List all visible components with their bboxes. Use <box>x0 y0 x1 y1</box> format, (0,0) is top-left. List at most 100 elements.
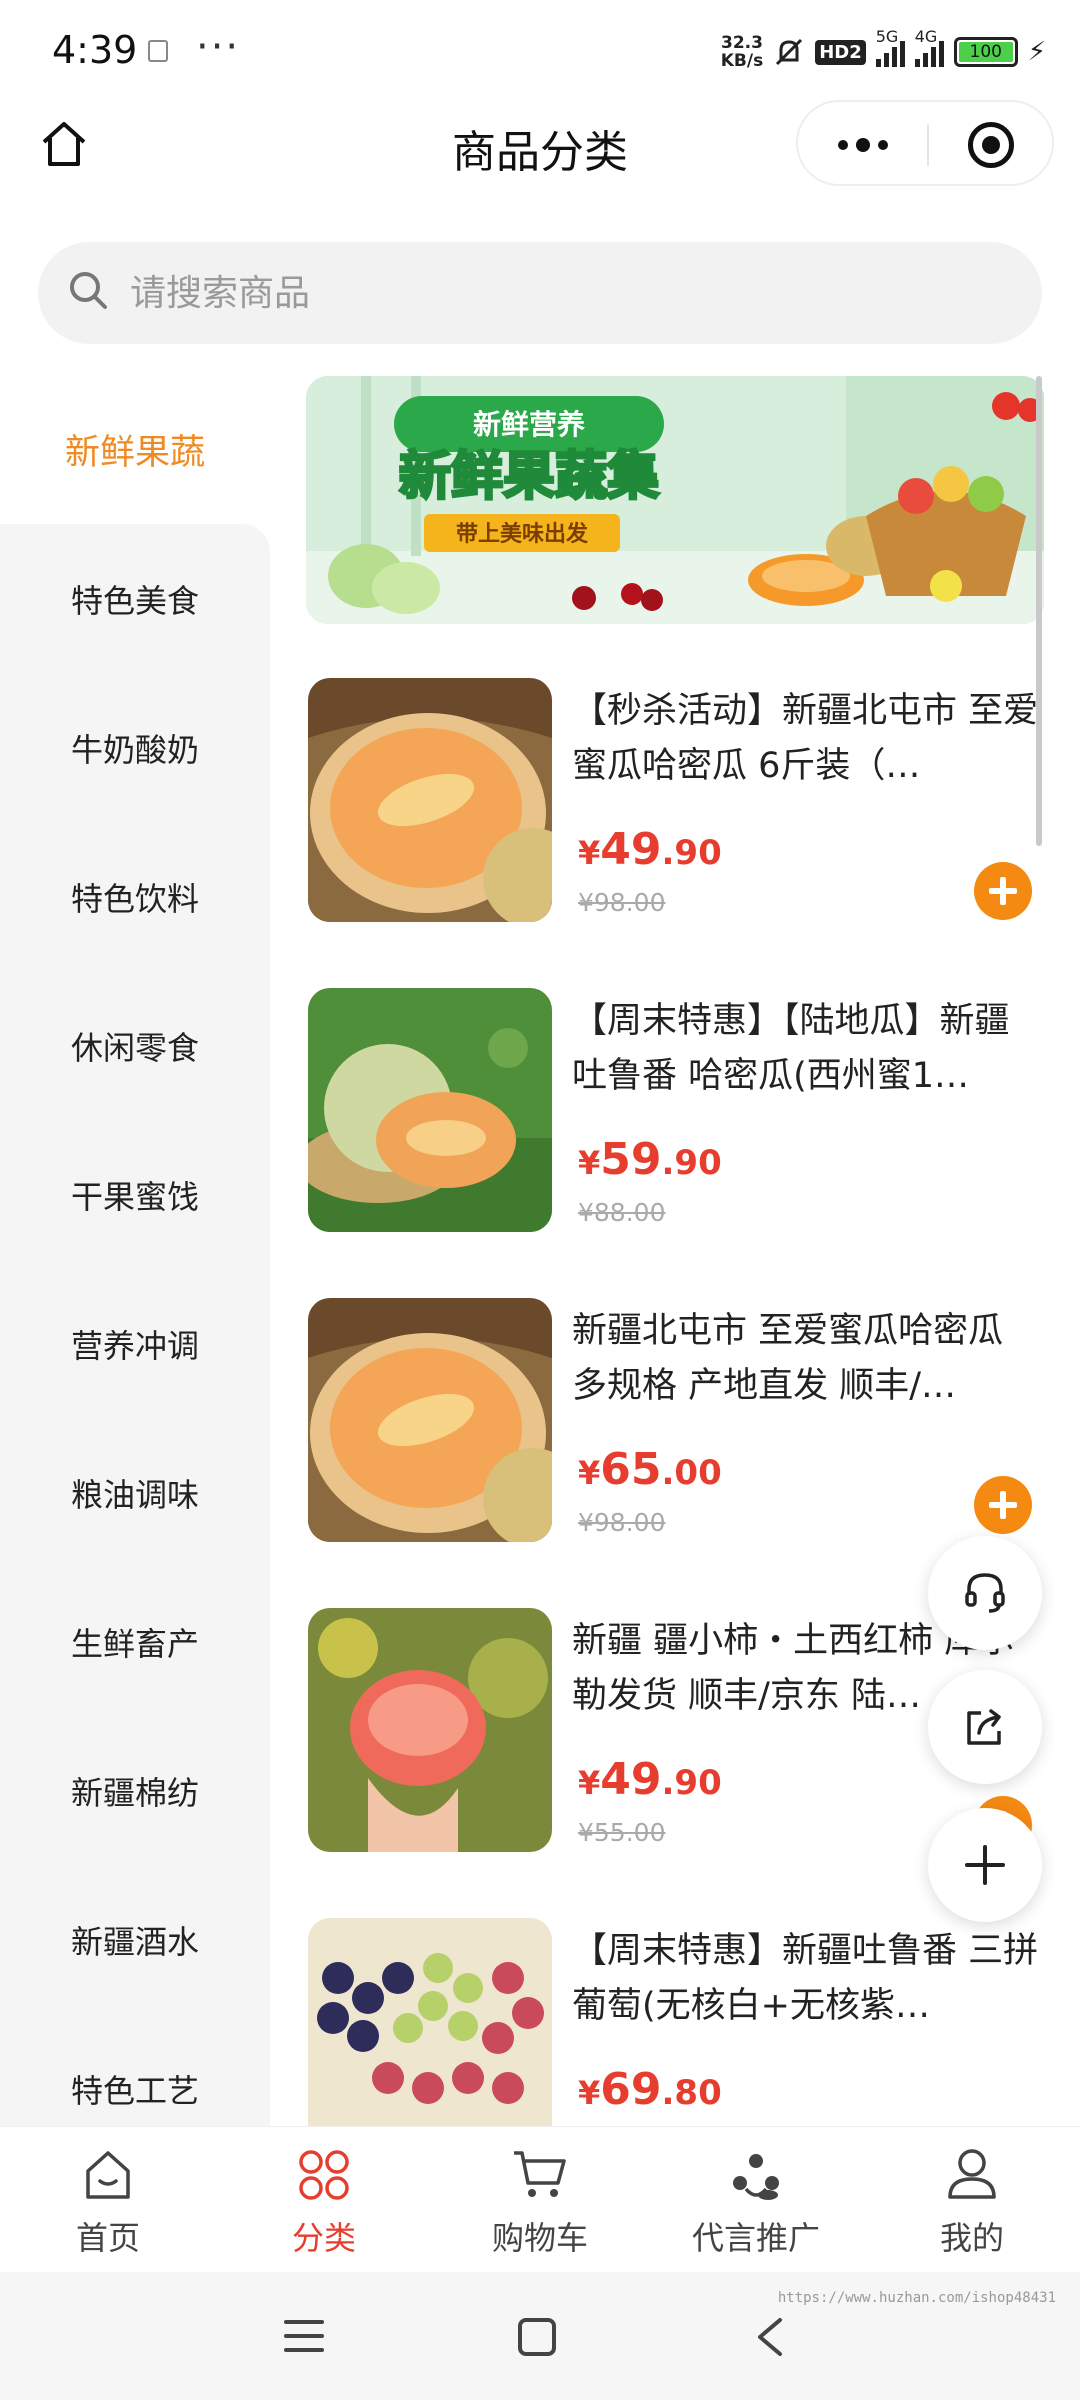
status-bar: 4:39 ··· 32.3 KB/s HD2 5G 4G 100 ⚡ <box>0 0 1080 100</box>
banner-ribbon: 带上美味出发 <box>456 521 589 547</box>
tab-label: 我的 <box>939 2219 1004 2257</box>
product-price: ¥49.90 <box>578 824 722 875</box>
promotion-icon <box>733 2154 779 2200</box>
notification-icon <box>148 40 168 62</box>
tab-mine[interactable]: 我的 <box>864 2127 1080 2272</box>
signal-4g-icon: 4G <box>914 27 944 67</box>
product-image[interactable] <box>308 988 552 1232</box>
category-tab-icon <box>299 2150 349 2200</box>
original-price: ¥55.00 <box>578 1818 666 1847</box>
speed-value: 32.3 <box>720 33 763 53</box>
product-card[interactable]: 【秒杀活动】新疆北屯市 至爱蜜瓜哈密瓜 6斤装（… ¥49.90 ¥98.00 <box>306 678 1046 923</box>
close-mini-program-button[interactable] <box>968 122 1014 168</box>
customer-service-button[interactable] <box>928 1536 1042 1650</box>
headset-icon <box>965 1573 1005 1613</box>
promo-banner[interactable]: 新鲜营养 新鲜果蔬集 带上美味出发 <box>306 376 1044 624</box>
sidebar-item[interactable]: 生鲜畜产 <box>0 1567 270 1716</box>
sidebar-item[interactable]: 牛奶酸奶 <box>0 673 270 822</box>
sidebar-item[interactable]: 粮油调味 <box>0 1418 270 1567</box>
more-button[interactable] <box>798 102 928 188</box>
watermark: https://www.huzhan.com/ishop48431 <box>777 2290 1056 2306</box>
menu-icon[interactable] <box>282 2316 326 2356</box>
fruit-illustration <box>933 466 969 502</box>
original-price: ¥98.00 <box>578 1508 666 1537</box>
cabbage-illustration <box>372 562 440 614</box>
search-input[interactable] <box>130 242 1010 344</box>
speed-unit: KB/s <box>720 51 764 71</box>
price-currency: ¥ <box>578 834 601 872</box>
more-dot <box>878 140 888 150</box>
more-dot <box>838 140 848 150</box>
original-price: ¥98.00 <box>578 888 666 917</box>
tab-home[interactable]: 首页 <box>0 2127 216 2272</box>
sidebar-item[interactable]: 特色美食 <box>0 524 270 673</box>
original-price: ¥88.00 <box>578 1198 666 1227</box>
sidebar-list: 特色美食 牛奶酸奶 特色饮料 休闲零食 干果蜜饯 营养冲调 粮油调味 生鲜畜产 … <box>0 524 270 2126</box>
more-dot <box>856 138 870 152</box>
search-bar[interactable] <box>38 242 1042 344</box>
back-icon[interactable] <box>752 2316 788 2358</box>
tab-cart[interactable]: 购物车 <box>432 2127 648 2272</box>
sidebar-item[interactable]: 新疆棉纺 <box>0 1716 270 1865</box>
status-indicators: 32.3 KB/s HD2 5G 4G 100 ⚡ <box>720 27 1046 74</box>
fruit-illustration <box>968 476 1004 512</box>
banner-artwork: 新鲜营养 新鲜果蔬集 带上美味出发 <box>306 376 1044 624</box>
add-to-cart-button[interactable] <box>974 862 1032 920</box>
price-currency: ¥ <box>578 1144 601 1182</box>
product-image[interactable] <box>308 1608 552 1852</box>
price-integer: 59 <box>600 1134 662 1185</box>
system-nav-bar: https://www.huzhan.com/ishop48431 <box>0 2272 1080 2400</box>
product-title[interactable]: 【周末特惠】新疆吐鲁番 三拼葡萄(无核白+无核紫… <box>572 1924 1042 2034</box>
tab-label: 分类 <box>291 2219 356 2257</box>
tab-label: 购物车 <box>491 2219 588 2257</box>
price-currency: ¥ <box>578 1454 601 1492</box>
charging-icon: ⚡ <box>1027 37 1046 67</box>
sidebar-item[interactable]: 干果蜜饯 <box>0 1120 270 1269</box>
cart-icon <box>514 2151 566 2197</box>
more-actions-button[interactable] <box>928 1808 1042 1922</box>
tab-label: 代言推广 <box>691 2219 820 2257</box>
battery-icon: 100 <box>953 37 1018 67</box>
product-card[interactable]: 【周末特惠】新疆吐鲁番 三拼葡萄(无核白+无核紫… ¥69.80 <box>306 1918 1046 2126</box>
signal-5g-icon: 5G <box>875 27 905 67</box>
sidebar-item[interactable]: 休闲零食 <box>0 971 270 1120</box>
capsule-divider <box>927 124 929 166</box>
add-to-cart-button[interactable] <box>974 1476 1032 1534</box>
price-decimal: .00 <box>661 1453 722 1493</box>
product-image[interactable] <box>308 1918 552 2126</box>
sidebar-item[interactable]: 营养冲调 <box>0 1269 270 1418</box>
banner-tag: 新鲜营养 <box>473 408 585 441</box>
battery-level: 100 <box>958 42 1013 62</box>
plus-icon <box>965 1845 1005 1885</box>
search-icon <box>70 272 107 309</box>
product-title[interactable]: 【周末特惠】【陆地瓜】新疆吐鲁番 哈密瓜(西州蜜1… <box>572 994 1042 1104</box>
sidebar-item[interactable]: 新疆酒水 <box>0 1865 270 2014</box>
price-integer: 49 <box>600 1754 662 1805</box>
mute-bell-icon <box>776 38 803 66</box>
hd-voice-badge: HD2 <box>815 39 866 65</box>
product-card[interactable]: 新疆北屯市 至爱蜜瓜哈密瓜 多规格 产地直发 顺丰/… ¥65.00 ¥98.0… <box>306 1298 1046 1543</box>
price-decimal: .90 <box>661 833 722 873</box>
category-sidebar: 新鲜果蔬 特色美食 牛奶酸奶 特色饮料 休闲零食 干果蜜饯 营养冲调 粮油调味 … <box>0 374 270 2126</box>
product-price: ¥69.80 <box>578 2064 722 2115</box>
share-button[interactable] <box>928 1670 1042 1784</box>
tab-promotion[interactable]: 代言推广 <box>648 2127 864 2272</box>
price-integer: 49 <box>600 824 662 875</box>
product-card[interactable]: 【周末特惠】【陆地瓜】新疆吐鲁番 哈密瓜(西州蜜1… ¥59.90 ¥88.00 <box>306 988 1046 1233</box>
product-title[interactable]: 【秒杀活动】新疆北屯市 至爱蜜瓜哈密瓜 6斤装（… <box>572 684 1042 794</box>
status-time: 4:39 <box>52 28 138 72</box>
product-image[interactable] <box>308 1298 552 1542</box>
product-price: ¥49.90 <box>578 1754 722 1805</box>
mini-program-capsule <box>796 100 1054 186</box>
sidebar-item[interactable]: 特色工艺 <box>0 2014 270 2126</box>
price-decimal: .90 <box>661 1143 722 1183</box>
product-title[interactable]: 新疆北屯市 至爱蜜瓜哈密瓜 多规格 产地直发 顺丰/… <box>572 1304 1042 1414</box>
product-image[interactable] <box>308 678 552 922</box>
home-square-icon[interactable] <box>516 2316 558 2358</box>
tab-category[interactable]: 分类 <box>216 2127 432 2272</box>
price-integer: 65 <box>600 1444 662 1495</box>
sidebar-item[interactable]: 特色饮料 <box>0 822 270 971</box>
sidebar-item-active[interactable]: 新鲜果蔬 <box>0 374 270 524</box>
cherry-illustration <box>641 589 663 611</box>
price-decimal: .80 <box>661 2073 722 2113</box>
